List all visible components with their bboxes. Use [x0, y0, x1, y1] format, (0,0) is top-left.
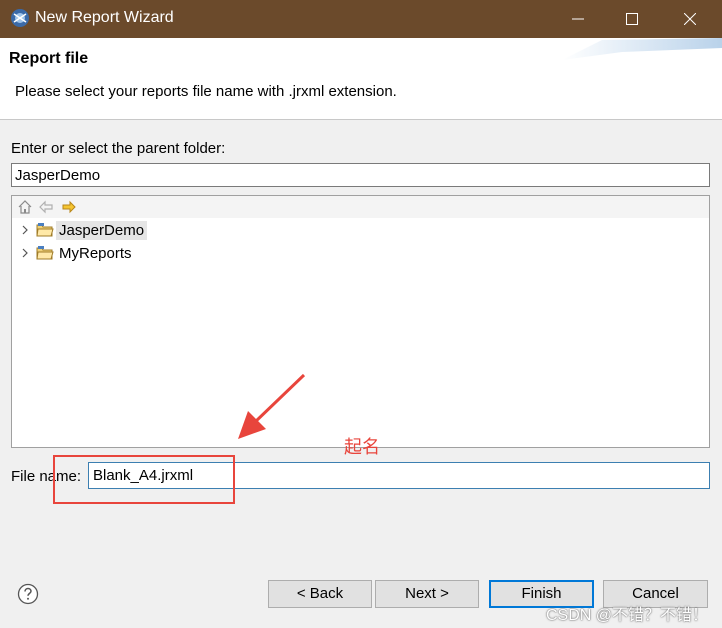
tree-item[interactable]: JasperDemo: [18, 219, 148, 241]
help-icon[interactable]: [17, 583, 39, 605]
window-title: New Report Wizard: [35, 9, 174, 26]
csdn-watermark: CSDN @不错？不错！: [545, 607, 708, 624]
wizard-header: Report file Please select your reports f…: [0, 38, 722, 120]
eclipse-app-icon: [11, 9, 29, 27]
annotation-arrow: [238, 373, 306, 439]
minimize-icon: [572, 18, 584, 20]
tree-item[interactable]: MyReports: [18, 242, 132, 264]
annotation-highlight-box: [53, 455, 235, 504]
project-folder-icon: [36, 223, 54, 237]
wizard-footer: < Back Next > Finish Cancel CSDN @不错？不错！: [0, 558, 722, 628]
chevron-right-icon[interactable]: [18, 246, 32, 260]
folder-tree[interactable]: JasperDemo MyReports: [11, 195, 710, 448]
chevron-right-icon[interactable]: [18, 223, 32, 237]
close-button[interactable]: [663, 0, 717, 38]
parent-folder-label: Enter or select the parent folder:: [11, 140, 226, 157]
tree-item-label: JasperDemo: [56, 220, 148, 240]
minimize-button[interactable]: [551, 0, 605, 38]
wizard-content: Enter or select the parent folder: Jaspe…: [0, 121, 722, 558]
back-button[interactable]: < Back: [268, 580, 372, 608]
next-button[interactable]: Next >: [375, 580, 479, 608]
header-banner-graphic: [562, 38, 722, 60]
maximize-button[interactable]: [605, 0, 659, 38]
forward-arrow-icon[interactable]: [61, 199, 77, 215]
home-icon[interactable]: [17, 199, 33, 215]
annotation-note: 起名: [344, 437, 380, 457]
tree-item-label: MyReports: [59, 244, 132, 262]
maximize-icon: [626, 13, 638, 25]
parent-folder-input[interactable]: [11, 163, 710, 187]
back-arrow-icon[interactable]: [38, 199, 54, 215]
page-title: Report file: [9, 50, 89, 67]
title-bar: New Report Wizard: [0, 0, 722, 38]
close-icon: [684, 13, 696, 25]
tree-toolbar: [12, 196, 709, 218]
project-folder-icon: [36, 246, 54, 260]
page-description: Please select your reports file name wit…: [15, 83, 397, 100]
